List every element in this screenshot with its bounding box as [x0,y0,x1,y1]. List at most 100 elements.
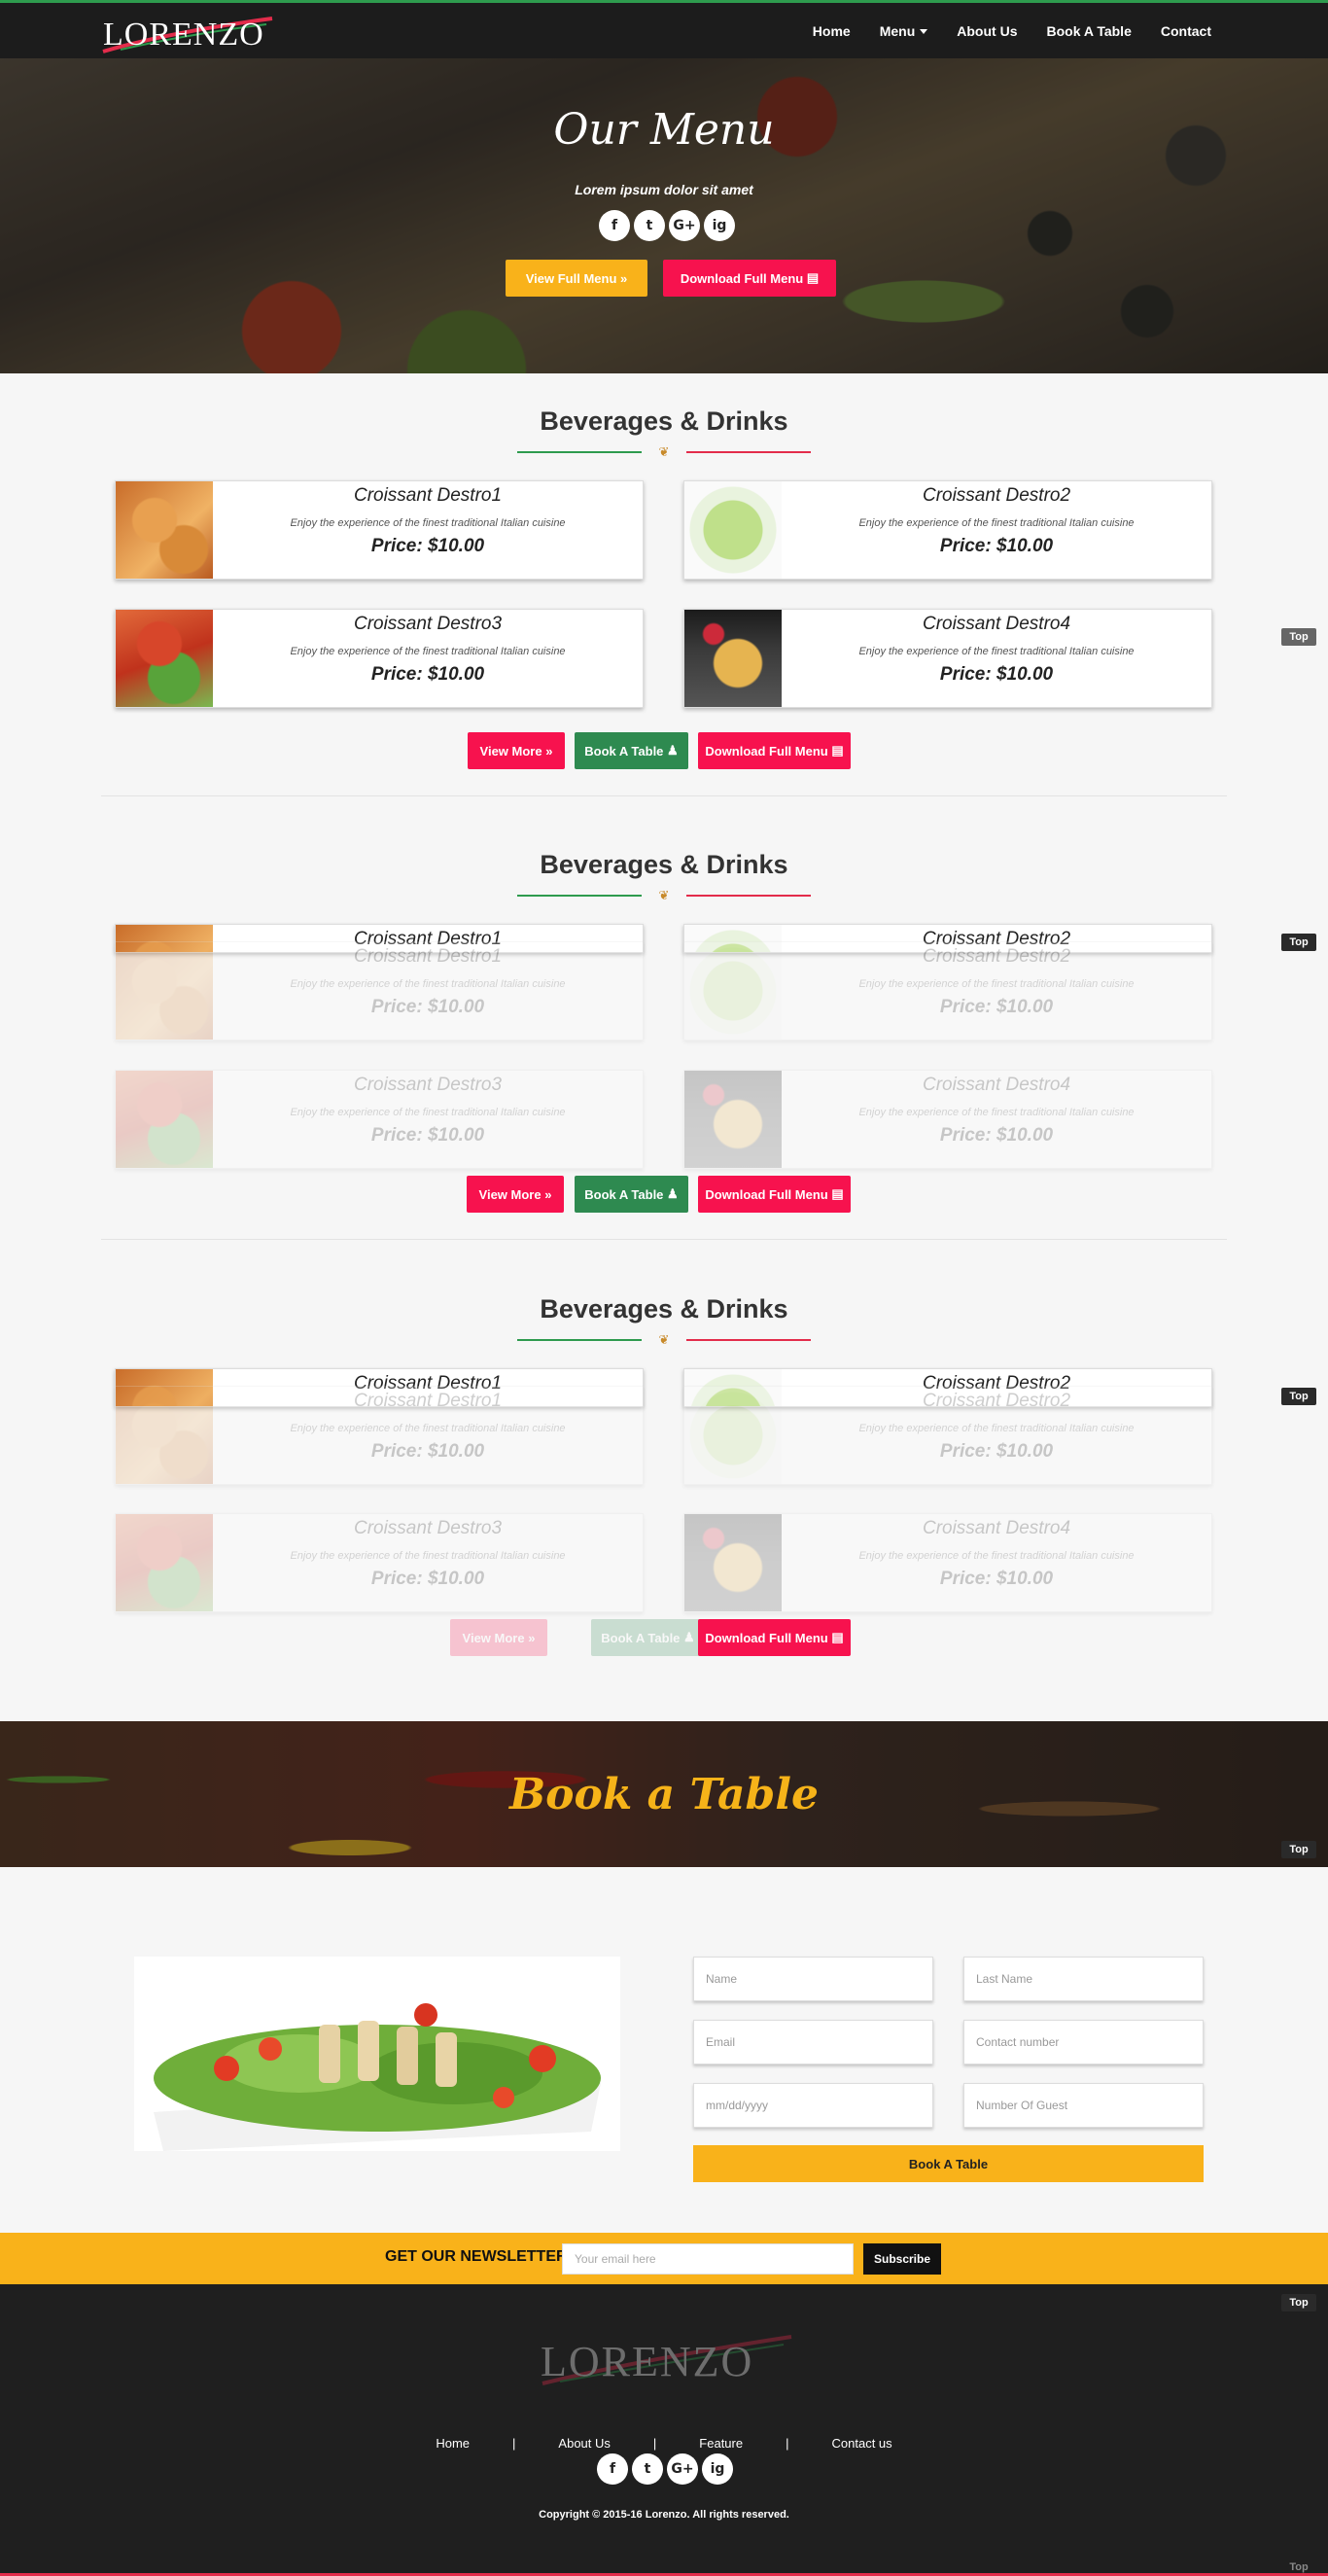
menu-card-faded[interactable]: Croissant Destro1 Enjoy the experience o… [115,941,644,1041]
download-full-menu-button[interactable]: Download Full Menu ▤ [698,1176,851,1213]
pdf-file-icon: ▤ [806,270,820,285]
menu-card-faded[interactable]: Croissant Destro4 Enjoy the experience o… [683,1070,1212,1169]
download-full-menu-button[interactable]: Download Full Menu ▤ [698,1619,851,1656]
download-full-menu-button[interactable]: Download Full Menu ▤ [663,260,836,297]
lobster-image [116,1071,213,1168]
item-name: Croissant Destro1 [353,1391,503,1411]
nav-book-table[interactable]: Book A Table [1046,23,1131,39]
chevron-double-down-icon: » [545,743,553,759]
footer-link-about[interactable]: About Us [537,2436,631,2451]
ornament-icon: ❦ [658,444,670,459]
nav-home[interactable]: Home [813,23,851,39]
book-table-label: Book A Table [584,743,664,759]
book-table-banner: Book a Table Top [0,1721,1328,1867]
menu-card[interactable]: Croissant Destro1 Enjoy the experience o… [115,480,644,580]
guest-count-input[interactable]: Number Of Guest [963,2083,1204,2128]
lobster-image [116,1514,213,1611]
first-name-input[interactable]: Name [693,1957,933,2001]
user-icon: ♟ [683,1630,695,1644]
book-table-button[interactable]: Book A Table ♟ [575,1176,688,1213]
newsletter-bar: GET OUR NEWSLETTER Your email here Subsc… [0,2233,1328,2284]
download-full-menu-button[interactable]: Download Full Menu ▤ [698,732,851,769]
twitter-icon[interactable]: t [632,2453,663,2485]
newsletter-email-input[interactable]: Your email here [562,2243,854,2275]
fish-dish-image [684,1514,782,1611]
instagram-icon[interactable]: ig [702,2453,733,2485]
back-to-top-button[interactable]: Top [1281,2294,1316,2311]
footer-nav: Home | About Us | Feature | Contact us [0,2436,1328,2451]
book-table-button[interactable]: Book A Table ♟ [575,732,688,769]
back-to-top-button[interactable]: Top [1281,1388,1316,1405]
fish-dish-image [684,1071,782,1168]
item-name: Croissant Destro3 [353,614,503,634]
nav-menu[interactable]: Menu [880,23,928,39]
item-description: Enjoy the experience of the finest tradi… [858,646,1135,657]
instagram-icon[interactable]: ig [704,210,735,241]
view-more-button[interactable]: View More » [450,1619,547,1656]
last-name-input[interactable]: Last Name [963,1957,1204,2001]
menu-card[interactable]: Croissant Destro4 Enjoy the experience o… [683,609,1212,708]
view-more-label: View More [479,743,542,759]
logo[interactable]: LORENZO [101,13,276,57]
download-full-menu-label: Download Full Menu [680,270,804,286]
menu-card[interactable]: Croissant Destro3 Enjoy the experience o… [115,609,644,708]
subscribe-button[interactable]: Subscribe [863,2243,941,2275]
item-description: Enjoy the experience of the finest tradi… [290,646,566,657]
facebook-icon[interactable]: f [599,210,630,241]
back-to-top-button[interactable]: Top [1281,1841,1316,1858]
item-price: Price: $10.00 [370,1569,485,1589]
back-to-top-button[interactable]: Top [1281,628,1316,646]
footer-link-contact[interactable]: Contact us [811,2436,914,2451]
item-price: Price: $10.00 [370,1125,485,1146]
menu-card-faded[interactable]: Croissant Destro3 Enjoy the experience o… [115,1070,644,1169]
section-title: Beverages & Drinks [540,1294,788,1323]
menu-card-faded[interactable]: Croissant Destro2 Enjoy the experience o… [683,941,1212,1041]
croissant-image [116,1387,213,1484]
croissant-image [116,942,213,1040]
item-name: Croissant Destro3 [353,1518,503,1538]
item-name: Croissant Destro1 [353,485,503,506]
email-input[interactable]: Email [693,2020,933,2064]
twitter-icon[interactable]: t [634,210,665,241]
nav-about[interactable]: About Us [957,23,1017,39]
book-table-button[interactable]: Book A Table ♟ [591,1619,705,1656]
footer-link-home[interactable]: Home [414,2436,491,2451]
menu-card-faded[interactable]: Croissant Destro1 Enjoy the experience o… [115,1386,644,1485]
section-title: Beverages & Drinks [540,406,788,436]
menu-card-faded[interactable]: Croissant Destro2 Enjoy the experience o… [683,1386,1212,1485]
google-plus-icon[interactable]: G+ [669,210,700,241]
view-more-button[interactable]: View More » [467,1176,564,1213]
download-label: Download Full Menu [705,1630,828,1645]
chevron-double-down-icon: » [544,1186,552,1202]
menu-card-faded[interactable]: Croissant Destro3 Enjoy the experience o… [115,1513,644,1612]
book-table-heading: Book a Table [508,1770,820,1819]
item-name: Croissant Destro2 [922,1391,1071,1411]
footer-link-separator: | [652,2436,657,2451]
menu-card-faded[interactable]: Croissant Destro4 Enjoy the experience o… [683,1513,1212,1612]
menu-card[interactable]: Croissant Destro2 Enjoy the experience o… [683,480,1212,580]
google-plus-icon[interactable]: G+ [667,2453,698,2485]
copyright-text: Copyright © 2015-16 Lorenzo. All rights … [539,2509,789,2521]
facebook-icon[interactable]: f [597,2453,628,2485]
pdf-file-icon: ▤ [831,1186,844,1201]
footer-link-feature[interactable]: Feature [678,2436,764,2451]
item-description: Enjoy the experience of the finest tradi… [858,978,1135,990]
navbar: LORENZO Home Menu About Us Book A Table … [0,3,1328,58]
footer-logo: LORENZO [541,2331,793,2389]
item-description: Enjoy the experience of the finest tradi… [290,1107,566,1118]
book-table-label: Book A Table [584,1186,664,1202]
item-description: Enjoy the experience of the finest tradi… [858,1107,1135,1118]
item-price: Price: $10.00 [939,997,1054,1017]
footer-link-separator: | [786,2436,789,2451]
ornament-icon: ❦ [658,1332,670,1347]
item-description: Enjoy the experience of the finest tradi… [858,1550,1135,1562]
view-full-menu-button[interactable]: View Full Menu » [506,260,647,297]
chevron-double-down-icon: » [528,1630,536,1645]
nav-menu-label: Menu [879,22,916,39]
date-input[interactable]: mm/dd/yyyy [693,2083,933,2128]
nav-contact[interactable]: Contact [1161,23,1211,39]
contact-number-input[interactable]: Contact number [963,2020,1204,2064]
back-to-top-button[interactable]: Top [1281,934,1316,951]
book-table-submit-button[interactable]: Book A Table [693,2145,1204,2182]
view-more-button[interactable]: View More » [468,732,565,769]
